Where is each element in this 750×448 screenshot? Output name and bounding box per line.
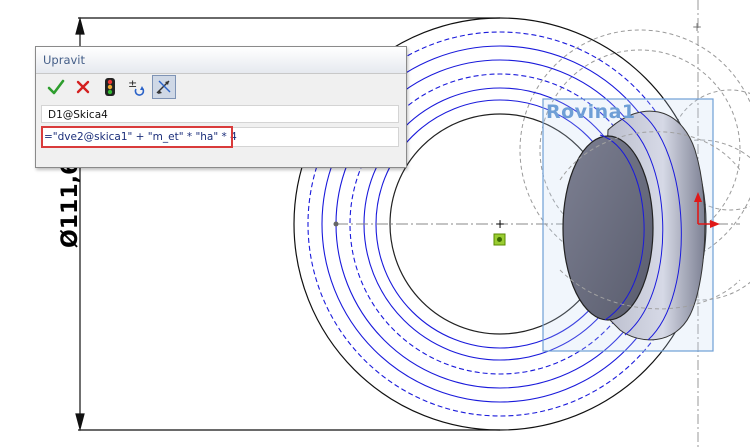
mark-dimension-button[interactable] (152, 75, 176, 99)
plane-label[interactable]: Rovina1 (546, 101, 636, 123)
center-point: + (495, 217, 505, 231)
rebuild-button[interactable] (98, 75, 122, 99)
centerline-endpoint (333, 221, 339, 227)
cancel-button[interactable] (71, 75, 95, 99)
dialog-title: Upravit (43, 53, 86, 67)
svg-text:±: ± (128, 77, 137, 90)
plus-minus-icon: ± (128, 77, 145, 96)
dimension-name-field: D1@Skica4 (41, 105, 399, 123)
body-face (562, 135, 654, 321)
sketch-point: + (692, 20, 702, 34)
cross-icon (76, 80, 90, 94)
traffic-light-icon (105, 78, 115, 96)
equation-highlight (41, 126, 233, 148)
arrow-head (75, 16, 85, 35)
ok-button[interactable] (44, 75, 68, 99)
modify-dialog[interactable]: Upravit ± D1@Skica4 ="dve2@skica1" + "m_… (35, 46, 407, 168)
checkmark-icon (47, 79, 65, 95)
dimension-mark-icon (156, 80, 171, 94)
spin-increment-button[interactable]: ± (125, 75, 149, 99)
arrow-head (75, 413, 85, 432)
dialog-titlebar[interactable]: Upravit (36, 47, 406, 74)
